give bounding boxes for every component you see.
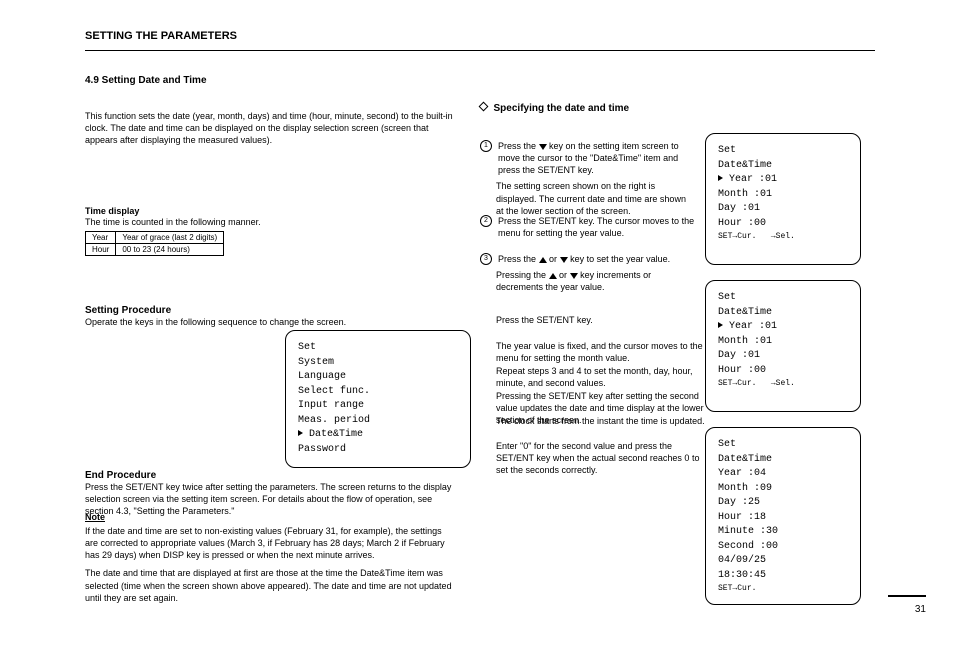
lcd-screen-1: Set Date&Time Year :01 Month :01 Day :01…	[705, 133, 860, 265]
step-1-badge: 1	[480, 140, 492, 152]
down-key-icon	[539, 144, 547, 150]
setting-procedure-title: Setting Procedure	[85, 305, 455, 316]
section-header: SETTING THE PARAMETERS	[85, 30, 237, 42]
up-key-icon	[539, 257, 547, 263]
setting-procedure-block: Setting Procedure Operate the keys in th…	[85, 305, 455, 328]
end-rule	[888, 595, 926, 597]
step-repeat: Repeat steps 3 and 4 to set the month, d…	[496, 365, 711, 389]
end-procedure-title: End Procedure	[85, 470, 455, 481]
page-number: 31	[915, 604, 926, 615]
step-3-badge: 3	[480, 253, 492, 265]
down-key-icon	[570, 273, 578, 279]
time-display-text: The time is counted in the following man…	[85, 216, 455, 228]
time-display-block: Time display The time is counted in the …	[85, 206, 455, 256]
spec-title-row: Specifying the date and time	[480, 103, 695, 114]
time-display-heading: Time display	[85, 206, 455, 216]
down-key-icon	[560, 257, 568, 263]
end-procedure-block: End Procedure Press the SET/ENT key twic…	[85, 470, 455, 517]
step-1: 1 Press the key on the setting item scre…	[480, 140, 695, 217]
setting-procedure-para: Operate the keys in the following sequen…	[85, 316, 455, 328]
step-zero: Enter "0" for the second value and press…	[496, 440, 711, 476]
note-heading: Note	[85, 512, 455, 522]
note-body-1: If the date and time are set to non-exis…	[85, 525, 455, 561]
section-1-para: This function sets the date (year, month…	[85, 110, 455, 146]
section-title-1: 4.9 Setting Date and Time	[85, 75, 455, 86]
step-2-badge: 2	[480, 215, 492, 227]
lcd-screen-3: Set Date&Time Year :04 Month :09 Day :25…	[705, 427, 860, 605]
step-3: 3 Press the or key to set the year value…	[480, 253, 695, 293]
lcd-screen-2: Set Date&Time Year :01 Month :01 Day :01…	[705, 280, 860, 412]
note-block: Note If the date and time are set to non…	[85, 512, 455, 604]
time-table: YearYear of grace (last 2 digits) Hour00…	[85, 231, 224, 256]
diamond-icon	[479, 102, 489, 112]
spec-title: Specifying the date and time	[494, 103, 630, 114]
horizontal-rule	[85, 50, 875, 51]
step-2: 2 Press the SET/ENT key. The cursor move…	[480, 215, 695, 239]
up-key-icon	[549, 273, 557, 279]
step-3a: Press the SET/ENT key.	[496, 314, 711, 326]
step-clockstart: The clock starts from the instant the ti…	[496, 415, 711, 427]
step-3b: The year value is fixed, and the cursor …	[496, 340, 711, 364]
lcd-example-large: Set System Language Select func. Input r…	[85, 330, 455, 468]
note-body-2: The date and time that are displayed at …	[85, 567, 455, 603]
